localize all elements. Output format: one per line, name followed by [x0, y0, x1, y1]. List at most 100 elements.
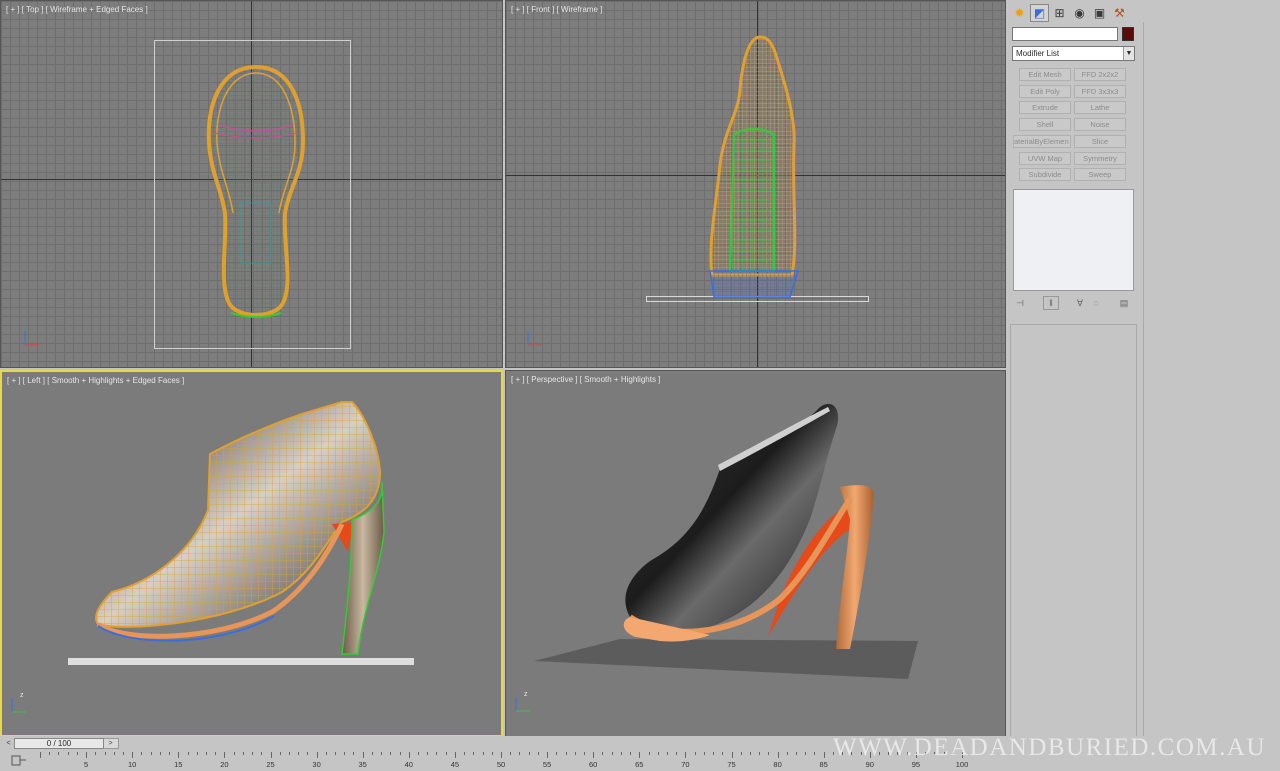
modifier-list-dropdown[interactable]: Modifier List ▼ — [1012, 46, 1135, 61]
ruler-tick — [666, 752, 668, 755]
modifier-stack[interactable] — [1013, 189, 1134, 291]
ruler-tick — [169, 752, 171, 755]
create-icon[interactable]: ✹ — [1010, 4, 1029, 22]
shoe-perspective-render[interactable] — [530, 399, 930, 689]
modifier-list-label: Modifier List — [1016, 49, 1060, 58]
ruler-tick — [574, 752, 576, 755]
ruler-label: 65 — [635, 760, 644, 769]
hierarchy-icon[interactable]: ⊞ — [1050, 4, 1069, 22]
viewport-front[interactable]: [ + ] [ Front ] [ Wireframe ] — [505, 0, 1006, 368]
modifier-button-edit-mesh[interactable]: Edit Mesh — [1019, 68, 1071, 81]
ruler-tick — [454, 752, 456, 758]
display-icon[interactable]: ▣ — [1090, 4, 1109, 22]
viewport-left[interactable]: [ + ] [ Left ] [ Smooth + Highlights + E… — [0, 370, 503, 737]
viewport-label[interactable]: [ + ] [ Front ] [ Wireframe ] — [511, 5, 602, 14]
shoe-front-wireframe[interactable] — [702, 35, 802, 299]
modifier-button-uvw-map[interactable]: UVW Map — [1019, 152, 1071, 165]
configure-sets-icon[interactable]: ▤ — [1117, 297, 1131, 309]
motion-icon[interactable]: ◉ — [1070, 4, 1089, 22]
key-filter-icon[interactable] — [4, 752, 30, 770]
viewport-label[interactable]: [ + ] [ Left ] [ Smooth + Highlights + E… — [7, 376, 184, 385]
ruler-tick — [187, 752, 189, 755]
ruler-tick — [583, 752, 585, 755]
ruler-tick — [288, 752, 290, 755]
modifier-button-symmetry[interactable]: Symmetry — [1074, 152, 1126, 165]
ruler-tick — [141, 752, 143, 755]
ruler-tick — [519, 752, 521, 755]
ruler-label: 15 — [174, 760, 183, 769]
chevron-down-icon[interactable]: ▼ — [1123, 47, 1134, 60]
modifier-button-extrude[interactable]: Extrude — [1019, 101, 1071, 114]
modifier-button-noise[interactable]: Noise — [1074, 118, 1126, 131]
gizmo-z-label: z — [20, 692, 24, 699]
ruler-label: 80 — [773, 760, 782, 769]
ruler-tick — [215, 752, 217, 755]
ruler-tick — [427, 752, 429, 755]
viewport-perspective[interactable]: [ + ] [ Perspective ] [ Smooth + Highlig… — [505, 370, 1006, 737]
shoe-left-mesh[interactable] — [62, 392, 422, 672]
ruler-tick — [786, 752, 788, 755]
parameters-rollout — [1010, 324, 1137, 742]
ruler-tick — [796, 752, 798, 755]
axis-gizmo — [19, 323, 41, 346]
modifier-button-lathe[interactable]: Lathe — [1074, 101, 1126, 114]
ruler-tick — [325, 752, 327, 755]
object-name-field[interactable] — [1012, 27, 1118, 41]
prev-frame-button[interactable]: < — [4, 738, 13, 749]
modifier-button-subdivide[interactable]: Subdivide — [1019, 168, 1071, 181]
ruler-tick — [307, 752, 309, 755]
modifier-button-edit-poly[interactable]: Edit Poly — [1019, 85, 1071, 98]
ruler-tick — [482, 752, 484, 755]
remove-modifier-icon[interactable]: ◌ — [1089, 297, 1103, 309]
ruler-tick — [316, 752, 318, 758]
ruler-tick — [122, 752, 124, 755]
ruler-tick — [233, 752, 235, 755]
ruler-tick — [381, 752, 383, 755]
ruler-tick — [86, 752, 88, 758]
ruler-tick — [703, 752, 705, 755]
ruler-tick — [205, 752, 207, 755]
object-color-swatch[interactable] — [1122, 27, 1134, 41]
ruler-tick — [178, 752, 180, 758]
viewport-top[interactable]: [ + ] [ Top ] [ Wireframe + Edged Faces … — [0, 0, 503, 368]
ruler-label: 40 — [404, 760, 413, 769]
ruler-tick — [298, 752, 300, 755]
ruler-tick — [510, 752, 512, 755]
ruler-tick — [371, 752, 373, 755]
pin-stack-icon[interactable]: ⊣ — [1013, 297, 1027, 309]
modifier-button-sweep[interactable]: Sweep — [1074, 168, 1126, 181]
viewport-label[interactable]: [ + ] [ Perspective ] [ Smooth + Highlig… — [511, 375, 660, 384]
make-unique-icon[interactable]: ∀ — [1073, 297, 1087, 309]
ruler-tick — [49, 752, 51, 755]
ruler-tick — [418, 752, 420, 755]
ruler-tick — [639, 752, 641, 758]
modifier-button-ffd-2x2x2[interactable]: FFD 2x2x2 — [1074, 68, 1126, 81]
stack-toolbar: ⊣ ‖ ∀ ◌ ▤ — [1013, 296, 1134, 310]
time-slider-thumb[interactable]: 0 / 100 — [14, 738, 104, 749]
command-panel-tabs: ✹ ◩ ⊞ ◉ ▣ ⚒ — [1010, 4, 1129, 24]
ruler-tick — [473, 752, 475, 755]
ruler-tick — [196, 752, 198, 755]
ruler-tick — [823, 752, 825, 758]
modifier-button-shell[interactable]: Shell — [1019, 118, 1071, 131]
ruler-label: 5 — [84, 760, 89, 769]
ruler-tick — [445, 752, 447, 755]
right-panel — [1143, 22, 1280, 742]
modify-icon[interactable]: ◩ — [1030, 4, 1049, 22]
ruler-tick — [768, 752, 770, 755]
ruler-tick — [362, 752, 364, 758]
axis-gizmo — [522, 323, 544, 346]
ruler-label: 75 — [727, 760, 736, 769]
axis-gizmo: z — [6, 690, 28, 713]
show-end-result-icon[interactable]: ‖ — [1043, 296, 1059, 310]
modifier-button-slice[interactable]: Slice — [1074, 135, 1126, 148]
shoe-sole-wireframe[interactable] — [201, 63, 311, 325]
modifier-button-material-by-element[interactable]: aterialByElemen — [1013, 135, 1071, 148]
ruler-tick — [759, 752, 761, 755]
next-frame-button[interactable]: > — [106, 738, 115, 749]
ruler-tick — [390, 752, 392, 755]
ruler-tick — [722, 752, 724, 755]
modifier-button-ffd-3x3x3[interactable]: FFD 3x3x3 — [1074, 85, 1126, 98]
viewport-label[interactable]: [ + ] [ Top ] [ Wireframe + Edged Faces … — [6, 5, 148, 14]
utilities-icon[interactable]: ⚒ — [1110, 4, 1129, 22]
